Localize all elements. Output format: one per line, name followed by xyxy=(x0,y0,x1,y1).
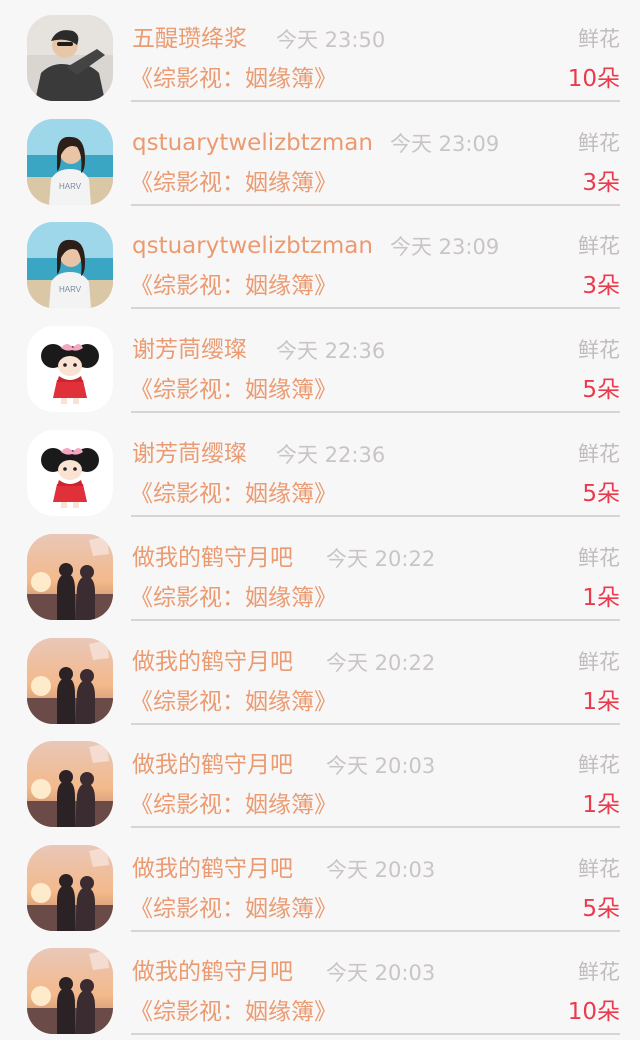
list-item[interactable]: 做我的鹤守月吧 今天 20:22 鲜花 《综影视：姻缘簿》 1朵 xyxy=(0,623,640,727)
gift-type: 鲜花 xyxy=(578,234,620,258)
divider xyxy=(131,1033,620,1035)
avatar[interactable] xyxy=(27,326,113,412)
gift-count: 1朵 xyxy=(582,689,620,715)
list-item[interactable]: 谢芳茼缨璨 今天 22:36 鲜花 《综影视：姻缘簿》 5朵 xyxy=(0,415,640,519)
divider xyxy=(131,204,620,206)
gift-count: 5朵 xyxy=(582,377,620,403)
avatar[interactable] xyxy=(27,15,113,101)
avatar[interactable] xyxy=(27,741,113,827)
gift-type: 鲜花 xyxy=(578,753,620,777)
gift-count: 1朵 xyxy=(582,792,620,818)
gift-count: 3朵 xyxy=(582,273,620,299)
gift-count: 3朵 xyxy=(582,170,620,196)
timestamp: 今天 23:50 xyxy=(276,28,386,52)
divider xyxy=(131,411,620,413)
list-item[interactable]: 做我的鹤守月吧 今天 20:03 鲜花 《综影视：姻缘簿》 10朵 xyxy=(0,933,640,1037)
gift-record-list: 五醍瓒绛浆 今天 23:50 鲜花 《综影视：姻缘簿》 10朵 HARV qst… xyxy=(0,0,640,1040)
gift-count: 5朵 xyxy=(582,896,620,922)
book-title[interactable]: 《综影视：姻缘簿》 xyxy=(130,375,337,405)
list-item[interactable]: 做我的鹤守月吧 今天 20:03 鲜花 《综影视：姻缘簿》 1朵 xyxy=(0,726,640,830)
list-item[interactable]: 五醍瓒绛浆 今天 23:50 鲜花 《综影视：姻缘簿》 10朵 xyxy=(0,0,640,104)
timestamp: 今天 20:03 xyxy=(326,858,436,882)
book-title[interactable]: 《综影视：姻缘簿》 xyxy=(130,790,337,820)
gift-count: 5朵 xyxy=(582,481,620,507)
gift-count: 10朵 xyxy=(567,999,620,1025)
user-name[interactable]: qstuarytwelizbtzman xyxy=(132,128,373,158)
divider xyxy=(131,826,620,828)
gift-type: 鲜花 xyxy=(578,960,620,984)
divider xyxy=(131,930,620,932)
gift-type: 鲜花 xyxy=(578,131,620,155)
gift-type: 鲜花 xyxy=(578,338,620,362)
timestamp: 今天 20:22 xyxy=(326,651,436,675)
timestamp: 今天 20:03 xyxy=(326,754,436,778)
list-item[interactable]: HARV qstuarytwelizbtzman 今天 23:09 鲜花 《综影… xyxy=(0,207,640,311)
list-item[interactable]: 做我的鹤守月吧 今天 20:22 鲜花 《综影视：姻缘簿》 1朵 xyxy=(0,519,640,623)
timestamp: 今天 20:22 xyxy=(326,547,436,571)
avatar[interactable]: HARV xyxy=(27,222,113,308)
avatar[interactable] xyxy=(27,638,113,724)
gift-count: 1朵 xyxy=(582,585,620,611)
divider xyxy=(131,307,620,309)
user-name[interactable]: 做我的鹤守月吧 xyxy=(132,854,293,884)
book-title[interactable]: 《综影视：姻缘簿》 xyxy=(130,583,337,613)
timestamp: 今天 22:36 xyxy=(276,339,386,363)
user-name[interactable]: 做我的鹤守月吧 xyxy=(132,647,293,677)
user-name[interactable]: 谢芳茼缨璨 xyxy=(132,439,247,469)
user-name[interactable]: 谢芳茼缨璨 xyxy=(132,335,247,365)
divider xyxy=(131,100,620,102)
user-name[interactable]: qstuarytwelizbtzman xyxy=(132,231,373,261)
list-item[interactable]: 谢芳茼缨璨 今天 22:36 鲜花 《综影视：姻缘簿》 5朵 xyxy=(0,311,640,415)
divider xyxy=(131,723,620,725)
timestamp: 今天 20:03 xyxy=(326,961,436,985)
gift-count: 10朵 xyxy=(567,66,620,92)
avatar[interactable] xyxy=(27,430,113,516)
user-name[interactable]: 做我的鹤守月吧 xyxy=(132,750,293,780)
list-item[interactable]: HARV qstuarytwelizbtzman 今天 23:09 鲜花 《综影… xyxy=(0,104,640,208)
divider xyxy=(131,619,620,621)
svg-text:HARV: HARV xyxy=(59,182,82,191)
user-name[interactable]: 五醍瓒绛浆 xyxy=(132,24,247,54)
gift-type: 鲜花 xyxy=(578,546,620,570)
book-title[interactable]: 《综影视：姻缘簿》 xyxy=(130,687,337,717)
gift-type: 鲜花 xyxy=(578,27,620,51)
user-name[interactable]: 做我的鹤守月吧 xyxy=(132,957,293,987)
book-title[interactable]: 《综影视：姻缘簿》 xyxy=(130,997,337,1027)
timestamp: 今天 23:09 xyxy=(390,132,500,156)
book-title[interactable]: 《综影视：姻缘簿》 xyxy=(130,894,337,924)
avatar[interactable]: HARV xyxy=(27,119,113,205)
list-item[interactable]: 做我的鹤守月吧 今天 20:03 鲜花 《综影视：姻缘簿》 5朵 xyxy=(0,830,640,934)
gift-type: 鲜花 xyxy=(578,857,620,881)
divider xyxy=(131,515,620,517)
gift-type: 鲜花 xyxy=(578,650,620,674)
svg-text:HARV: HARV xyxy=(59,285,82,294)
book-title[interactable]: 《综影视：姻缘簿》 xyxy=(130,271,337,301)
avatar[interactable] xyxy=(27,534,113,620)
user-name[interactable]: 做我的鹤守月吧 xyxy=(132,543,293,573)
timestamp: 今天 23:09 xyxy=(390,235,500,259)
book-title[interactable]: 《综影视：姻缘簿》 xyxy=(130,168,337,198)
book-title[interactable]: 《综影视：姻缘簿》 xyxy=(130,479,337,509)
timestamp: 今天 22:36 xyxy=(276,443,386,467)
avatar[interactable] xyxy=(27,845,113,931)
avatar[interactable] xyxy=(27,948,113,1034)
book-title[interactable]: 《综影视：姻缘簿》 xyxy=(130,64,337,94)
gift-type: 鲜花 xyxy=(578,442,620,466)
